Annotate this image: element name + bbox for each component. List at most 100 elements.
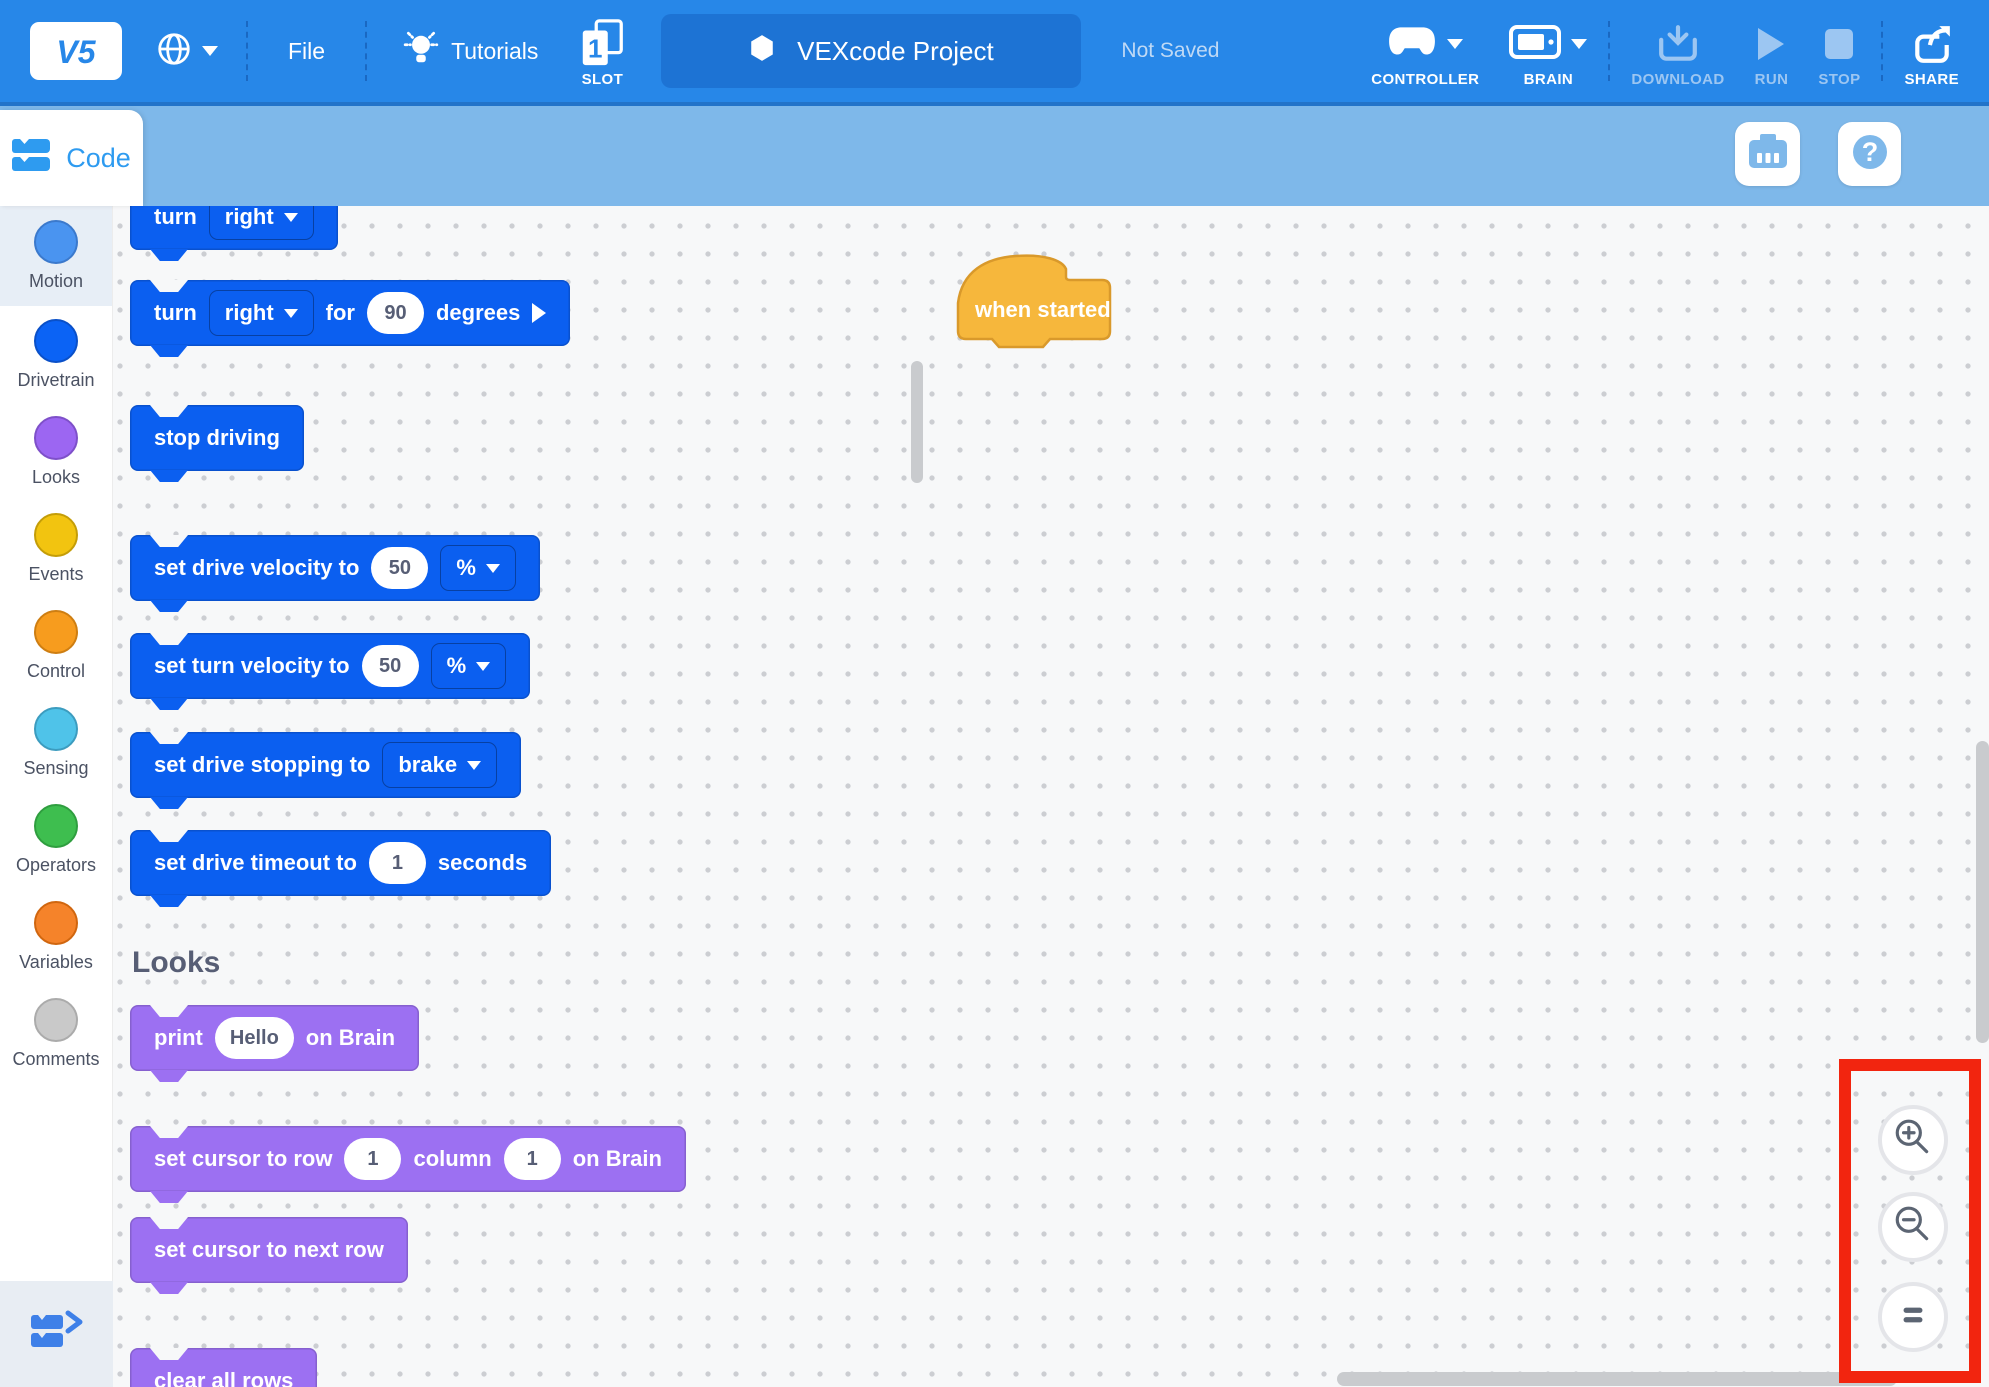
palette-block-set-drive-timeout[interactable]: set drive timeout to1seconds bbox=[130, 830, 551, 896]
lightbulb-icon bbox=[403, 30, 439, 73]
project-name: VEXcode Project bbox=[797, 36, 994, 67]
palette-block-set-drive-stopping[interactable]: set drive stopping tobrake bbox=[130, 732, 521, 798]
dropdown-field[interactable]: brake bbox=[382, 742, 497, 788]
sidebar-item-sensing[interactable]: Sensing bbox=[0, 694, 112, 791]
controller-label: CONTROLLER bbox=[1371, 71, 1479, 88]
value-input[interactable]: 50 bbox=[362, 645, 419, 687]
caret-down-icon bbox=[476, 662, 490, 671]
sidebar-item-label: Events bbox=[28, 564, 83, 585]
save-status: Not Saved bbox=[1121, 39, 1219, 63]
run-label: RUN bbox=[1755, 71, 1789, 88]
expand-arrow-icon[interactable] bbox=[532, 303, 546, 323]
palette-block-set-turn-velocity[interactable]: set turn velocity to 50% bbox=[130, 633, 530, 699]
control-category-icon bbox=[34, 610, 78, 654]
palette-block-set-drive-velocity[interactable]: set drive velocity to 50% bbox=[130, 535, 540, 601]
operators-category-icon bbox=[34, 804, 78, 848]
sidebar-item-variables[interactable]: Variables bbox=[0, 888, 112, 985]
palette-block-stop-driving[interactable]: stop driving bbox=[130, 405, 304, 471]
dropdown-field[interactable]: % bbox=[440, 545, 516, 591]
drivetrain-category-icon bbox=[34, 319, 78, 363]
stop-label: STOP bbox=[1818, 71, 1860, 88]
value-input[interactable]: 1 bbox=[504, 1138, 561, 1180]
device-info-button[interactable] bbox=[1735, 122, 1800, 186]
dropdown-value: right bbox=[225, 300, 274, 326]
palette-scrollbar[interactable] bbox=[911, 361, 923, 483]
palette-block-set-cursor-row-column[interactable]: set cursor to row1column1on Brain bbox=[130, 1126, 686, 1192]
palette-block-clear-all-rows[interactable]: clear all rows bbox=[130, 1348, 317, 1387]
block-text: on Brain bbox=[306, 1025, 395, 1051]
dropdown-field[interactable]: % bbox=[431, 643, 507, 689]
when-started-block[interactable]: when started bbox=[952, 247, 1116, 356]
canvas-vertical-scrollbar[interactable] bbox=[1976, 741, 1989, 1043]
block-text: turn bbox=[154, 206, 197, 230]
chevron-down-icon bbox=[202, 46, 218, 56]
sidebar-item-label: Looks bbox=[32, 467, 80, 488]
motion-category-icon bbox=[34, 220, 78, 264]
sidebar-item-comments[interactable]: Comments bbox=[0, 985, 112, 1082]
help-icon: ? bbox=[1848, 130, 1892, 179]
toolbar-divider bbox=[1608, 21, 1610, 81]
run-icon bbox=[1755, 24, 1787, 64]
language-menu[interactable] bbox=[156, 31, 218, 72]
tab-code[interactable]: Code bbox=[0, 110, 143, 206]
download-icon bbox=[1657, 24, 1699, 64]
brain-menu[interactable]: BRAIN bbox=[1509, 14, 1587, 88]
block-text: set drive velocity to bbox=[154, 555, 359, 581]
block-text: set cursor to next row bbox=[154, 1237, 384, 1263]
vex-logo[interactable]: V5 bbox=[30, 22, 122, 80]
palette-block-turn-for-degrees[interactable]: turnrightfor90degrees bbox=[130, 280, 570, 346]
globe-icon bbox=[156, 31, 192, 72]
slot-button[interactable]: 1 SLOT bbox=[579, 14, 625, 88]
svg-text:?: ? bbox=[1861, 137, 1878, 167]
dropdown-field[interactable]: right bbox=[209, 290, 314, 336]
sidebar-item-operators[interactable]: Operators bbox=[0, 791, 112, 888]
vex-logo-text: V5 bbox=[56, 34, 96, 70]
chevron-down-icon bbox=[1447, 39, 1463, 49]
collapse-blocks-icon bbox=[28, 1307, 86, 1362]
block-text: stop driving bbox=[154, 425, 280, 451]
palette-block-print-on-brain[interactable]: print Hello on Brain bbox=[130, 1005, 419, 1071]
brain-label: BRAIN bbox=[1524, 71, 1574, 88]
sidebar-item-label: Operators bbox=[16, 855, 96, 876]
caret-down-icon bbox=[284, 309, 298, 318]
share-button[interactable]: SHARE bbox=[1904, 14, 1959, 88]
value-input[interactable]: 90 bbox=[367, 292, 424, 334]
download-label: DOWNLOAD bbox=[1631, 71, 1724, 88]
canvas-horizontal-scrollbar[interactable] bbox=[1337, 1372, 1897, 1386]
toolbar-divider bbox=[1881, 21, 1883, 81]
sidebar-item-drivetrain[interactable]: Drivetrain bbox=[0, 306, 112, 403]
block-text: column bbox=[413, 1146, 491, 1172]
controller-icon bbox=[1387, 24, 1437, 65]
chevron-down-icon bbox=[1571, 39, 1587, 49]
dropdown-field[interactable]: right bbox=[209, 206, 314, 240]
slot-icon: 1 bbox=[579, 24, 625, 64]
sidebar-item-label: Motion bbox=[29, 271, 83, 292]
palette-block-set-cursor-next-row[interactable]: set cursor to next row bbox=[130, 1217, 408, 1283]
controller-menu[interactable]: CONTROLLER bbox=[1371, 14, 1479, 88]
block-text: for bbox=[326, 300, 355, 326]
sidebar-item-looks[interactable]: Looks bbox=[0, 403, 112, 500]
run-button[interactable]: RUN bbox=[1755, 14, 1789, 88]
block-text: print bbox=[154, 1025, 203, 1051]
collapse-palette-button[interactable] bbox=[0, 1281, 113, 1387]
block-text: set turn velocity to bbox=[154, 653, 350, 679]
file-menu[interactable]: File bbox=[288, 38, 325, 65]
help-button[interactable]: ? bbox=[1838, 122, 1901, 186]
value-input[interactable]: 1 bbox=[344, 1138, 401, 1180]
brain-icon bbox=[1509, 23, 1561, 66]
block-text: seconds bbox=[438, 850, 527, 876]
tab-bar: Code ? bbox=[0, 102, 1989, 206]
tutorials-button[interactable]: Tutorials bbox=[403, 30, 538, 73]
value-input[interactable]: Hello bbox=[215, 1017, 294, 1059]
sidebar-item-motion[interactable]: Motion bbox=[0, 206, 112, 306]
sidebar-item-events[interactable]: Events bbox=[0, 500, 112, 597]
download-button[interactable]: DOWNLOAD bbox=[1631, 14, 1724, 88]
value-input[interactable]: 1 bbox=[369, 842, 426, 884]
workspace[interactable]: turnrightturnrightfor90degreesstop drivi… bbox=[113, 206, 1989, 1387]
stop-button[interactable]: STOP bbox=[1818, 14, 1860, 88]
project-name-button[interactable]: VEXcode Project bbox=[661, 14, 1081, 88]
sidebar-item-control[interactable]: Control bbox=[0, 597, 112, 694]
blocks-icon bbox=[12, 137, 54, 180]
value-input[interactable]: 50 bbox=[371, 547, 428, 589]
palette-block-turn-cropped[interactable]: turn right bbox=[130, 206, 338, 250]
